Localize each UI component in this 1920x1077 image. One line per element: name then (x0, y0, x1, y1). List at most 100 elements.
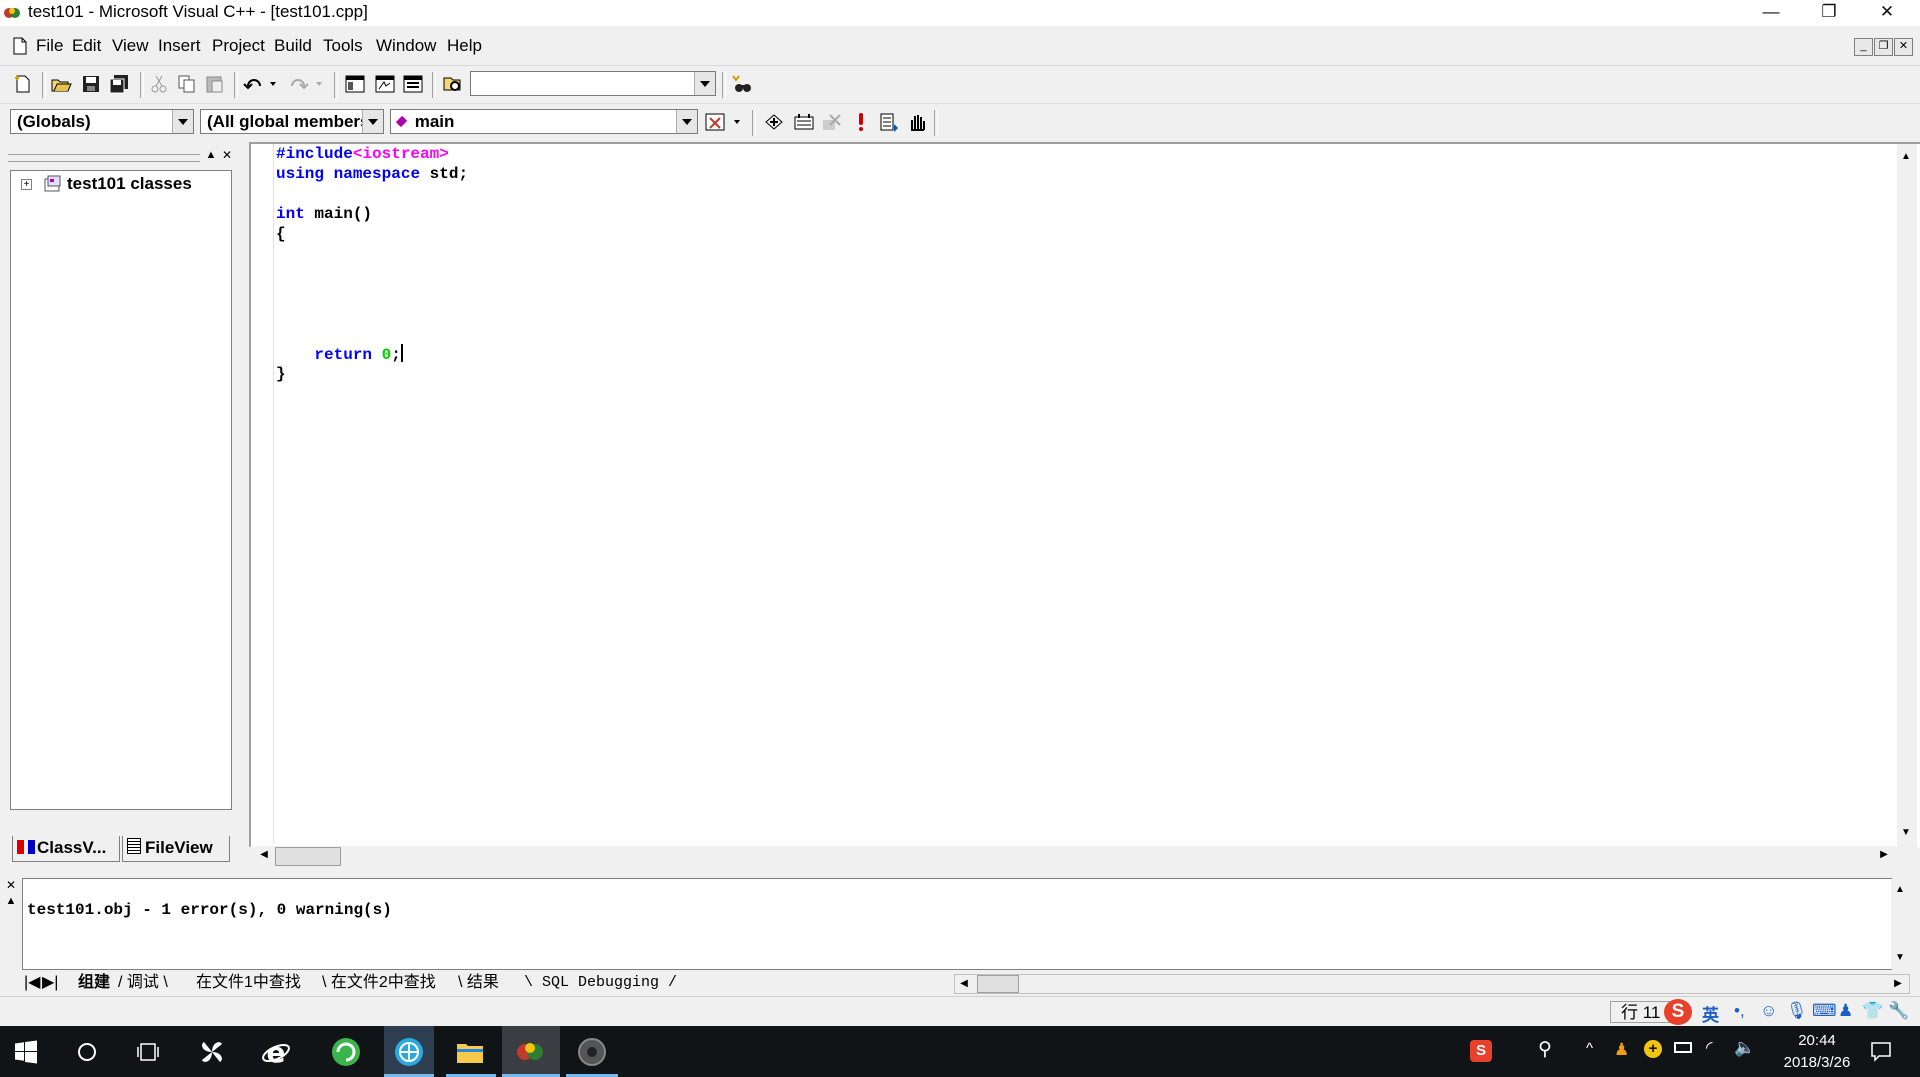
clock-date[interactable]: 2018/3/26 (1772, 1054, 1862, 1071)
code-line[interactable]: { (276, 224, 468, 244)
code-line[interactable]: using namespace std; (276, 164, 468, 184)
ime-language[interactable]: 英 (1702, 1001, 1719, 1026)
scroll-left-icon[interactable]: ◀ (955, 975, 973, 993)
workspace-grip[interactable] (8, 154, 200, 162)
scroll-down-icon[interactable]: ▼ (1891, 949, 1909, 967)
ime-skin-icon[interactable]: 👕 (1862, 1001, 1883, 1021)
task-view-icon[interactable] (136, 1041, 160, 1063)
code-line[interactable] (276, 304, 468, 324)
mdi-close-icon[interactable]: ✕ (1894, 38, 1913, 56)
browser-360-icon[interactable] (330, 1036, 362, 1068)
wifi-icon[interactable]: ◜ (1706, 1038, 1713, 1058)
cortana-search-icon[interactable] (76, 1041, 98, 1063)
pinwheel-app-icon[interactable] (196, 1036, 228, 1068)
scroll-up-icon[interactable]: ▲ (1891, 881, 1909, 899)
menu-tools[interactable]: Tools (323, 36, 363, 56)
scroll-up-icon[interactable]: ▲ (1897, 148, 1915, 166)
menu-file[interactable]: File (36, 36, 63, 56)
ime-punctuation-icon[interactable]: •, (1734, 1001, 1745, 1021)
qq-tray-icon[interactable]: ♟ (1614, 1040, 1629, 1060)
workspace-expand-icon[interactable]: ▲ (204, 148, 218, 162)
tab-sql-debugging[interactable]: \ SQL Debugging / (524, 972, 677, 994)
editor-horizontal-scrollbar[interactable]: ◀ ▶ (255, 846, 1895, 866)
code-editor[interactable]: #include<iostream> using namespace std; in… (249, 142, 1920, 866)
build-icon[interactable] (793, 112, 815, 132)
workspace-window-icon[interactable] (344, 74, 366, 94)
chevron-down-icon[interactable] (676, 110, 697, 133)
tab-results[interactable]: \ 结果 (458, 972, 499, 994)
scope-combo[interactable]: (Globals) (10, 109, 194, 134)
people-icon[interactable]: ⚲ (1538, 1038, 1552, 1061)
sogou-tray-icon[interactable]: S (1470, 1040, 1492, 1062)
search-binoculars-icon[interactable] (730, 74, 752, 94)
tab-find-in-files-2[interactable]: \ 在文件2中查找 (322, 972, 436, 994)
restore-button[interactable]: ❐ (1800, 0, 1858, 26)
code-line[interactable]: #include<iostream> (276, 144, 468, 164)
visual-cpp-taskbar-icon[interactable] (514, 1036, 546, 1068)
menu-window[interactable]: Window (376, 36, 436, 56)
scroll-right-icon[interactable]: ▶ (1889, 975, 1907, 993)
show-hidden-icons[interactable]: ^ (1586, 1040, 1593, 1057)
ime-keyboard-icon[interactable]: ⌨ (1812, 1001, 1837, 1021)
close-button[interactable]: ✕ (1858, 0, 1916, 26)
undo-icon[interactable] (242, 74, 282, 94)
mdi-minimize-icon[interactable]: _ (1854, 38, 1873, 56)
windows-start-icon[interactable] (14, 1040, 38, 1064)
sogou-ime-icon[interactable]: S (1664, 999, 1692, 1025)
menu-project[interactable]: Project (212, 36, 265, 56)
code-line[interactable] (276, 184, 468, 204)
save-all-icon[interactable] (108, 74, 130, 94)
tree-expand-icon[interactable]: + (21, 179, 32, 190)
menu-view[interactable]: View (112, 36, 149, 56)
chevron-down-icon[interactable] (172, 110, 193, 133)
ime-tools-icon[interactable]: 🔧 (1888, 1001, 1909, 1021)
scroll-down-icon[interactable]: ▼ (1897, 824, 1915, 842)
stop-build-icon[interactable] (820, 112, 842, 132)
chevron-down-icon[interactable] (694, 72, 715, 95)
tree-root-label[interactable]: test101 classes (67, 174, 192, 194)
code-line[interactable]: return 0; (276, 344, 468, 364)
menu-insert[interactable]: Insert (158, 36, 201, 56)
ime-emoji-icon[interactable]: ☺ (1760, 1001, 1777, 1021)
editor-gutter[interactable] (251, 144, 274, 844)
scroll-thumb[interactable] (977, 975, 1019, 993)
tab-fileview[interactable]: FileView (122, 836, 230, 862)
internet-explorer-icon[interactable]: e (260, 1036, 292, 1068)
output-expand-icon[interactable]: ▲ (4, 894, 18, 908)
action-center-icon[interactable] (1870, 1040, 1892, 1062)
network-browser-icon[interactable] (393, 1036, 425, 1068)
code-line[interactable]: int main() (276, 204, 468, 224)
output-horizontal-scrollbar[interactable]: ◀ ▶ (954, 974, 1910, 994)
tab-build[interactable]: 组建 (78, 972, 110, 994)
go-debug-icon[interactable] (878, 112, 900, 132)
save-icon[interactable] (80, 74, 102, 94)
window-list-icon[interactable] (402, 74, 424, 94)
wizard-action-icon[interactable] (704, 112, 746, 132)
tab-find-in-files-1[interactable]: 在文件1中查找 (196, 972, 301, 994)
output-window-icon[interactable] (374, 74, 396, 94)
tab-scroll-right-icon[interactable]: ▶| (42, 972, 58, 994)
open-folder-icon[interactable] (50, 74, 72, 94)
scroll-right-icon[interactable]: ▶ (1875, 846, 1893, 864)
editor-vertical-scrollbar[interactable]: ▲ ▼ (1897, 144, 1917, 848)
find-combo[interactable] (470, 71, 716, 96)
members-combo[interactable]: (All global members (200, 109, 384, 134)
file-explorer-icon[interactable] (454, 1036, 486, 1068)
code-line[interactable] (276, 284, 468, 304)
menu-help[interactable]: Help (447, 36, 482, 56)
tab-debug[interactable]: / 调试 \ (118, 972, 168, 994)
scroll-thumb[interactable] (275, 847, 341, 866)
cut-icon[interactable] (148, 74, 170, 94)
media-app-icon[interactable] (576, 1036, 608, 1068)
tab-classview[interactable]: ClassV... (12, 836, 120, 862)
code-line[interactable] (276, 324, 468, 344)
paste-icon[interactable] (204, 74, 226, 94)
ime-user-icon[interactable]: ♟ (1838, 1001, 1853, 1021)
minimize-button[interactable]: — (1742, 0, 1800, 26)
scroll-left-icon[interactable]: ◀ (255, 846, 273, 864)
new-file-icon[interactable] (12, 74, 34, 94)
redo-icon[interactable] (288, 74, 328, 94)
output-text-area[interactable]: test101.obj - 1 error(s), 0 warning(s) ▲… (22, 878, 1911, 970)
security-tray-icon[interactable]: + (1644, 1040, 1662, 1058)
copy-icon[interactable] (176, 74, 198, 94)
